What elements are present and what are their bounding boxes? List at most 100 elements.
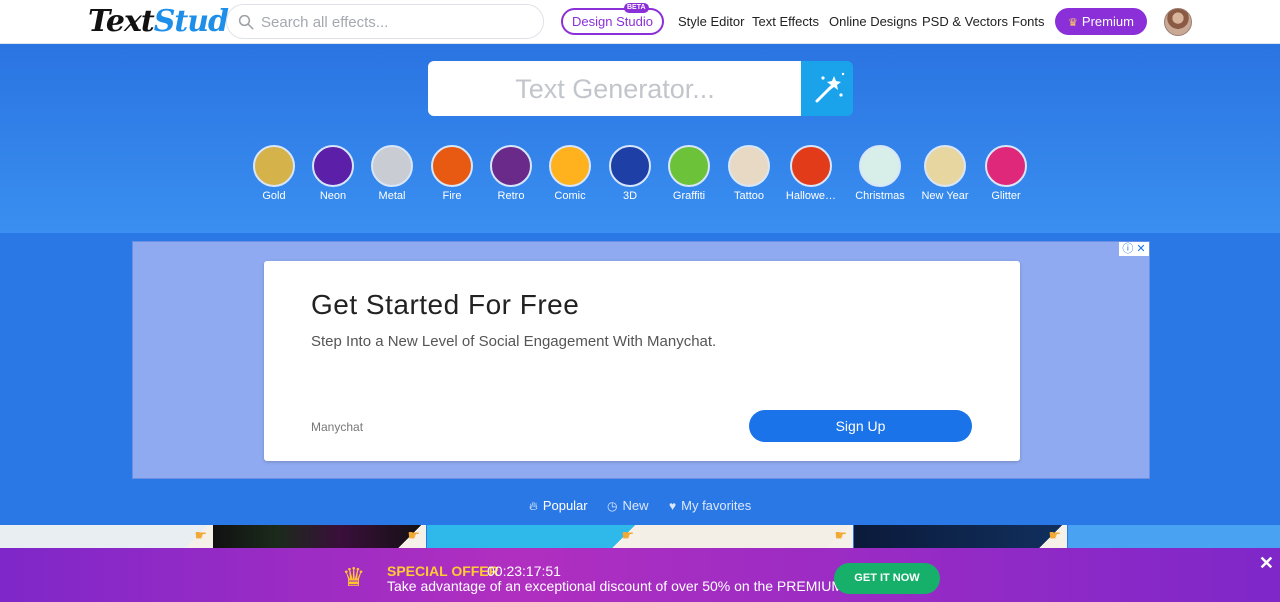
special-offer-bar: ♛ SPECIAL OFFER 00:23:17:51 Take advanta…: [0, 548, 1280, 602]
category-thumbnail: [924, 145, 966, 187]
magic-wand-button[interactable]: [801, 61, 853, 116]
ad-signup-button[interactable]: Sign Up: [749, 410, 972, 442]
category-thumbnail: [431, 145, 473, 187]
hand-icon: ☛: [1048, 527, 1061, 543]
ad-card[interactable]: Get Started For Free Step Into a New Lev…: [264, 261, 1020, 461]
offer-description: Take advantage of an exceptional discoun…: [387, 578, 879, 594]
category-item[interactable]: Comic: [538, 145, 602, 202]
category-label: Christmas: [855, 190, 905, 202]
beta-badge: BETA: [624, 3, 649, 13]
nav-fonts[interactable]: Fonts: [1012, 14, 1045, 29]
category-item[interactable]: Neon: [301, 145, 365, 202]
thumbnail-corner: [813, 525, 853, 549]
text-generator-box[interactable]: [428, 61, 802, 116]
thumbnail-corner: [1027, 525, 1067, 549]
clock-icon: ◷: [607, 499, 618, 513]
effect-thumbnail[interactable]: [1068, 525, 1280, 549]
category-item[interactable]: Graffiti: [657, 145, 721, 202]
category-label: Glitter: [991, 190, 1021, 202]
category-thumbnail: [609, 145, 651, 187]
category-thumbnail: [490, 145, 532, 187]
search-input[interactable]: [261, 11, 531, 33]
category-label: Neon: [319, 190, 347, 202]
category-thumbnail: [371, 145, 413, 187]
ad-close-icon[interactable]: ⓘ ✕: [1119, 242, 1149, 256]
category-label: Retro: [497, 190, 525, 202]
tab-favorites-label: My favorites: [681, 498, 752, 513]
tab-popular-label: Popular: [542, 498, 588, 513]
user-avatar[interactable]: [1164, 8, 1192, 36]
category-label: Comic: [554, 190, 586, 202]
category-thumbnail: [985, 145, 1027, 187]
top-header: TextStudio Design Studio BETA Style Edit…: [0, 0, 1280, 44]
advertisement: ⓘ ✕ Get Started For Free Step Into a New…: [132, 241, 1150, 479]
category-thumbnail: [668, 145, 710, 187]
category-label: 3D: [622, 190, 638, 202]
effects-tabs: 🔥︎ Popular ◷ New ♥ My favorites: [0, 498, 1280, 516]
logo-text-part1: Text: [88, 4, 155, 39]
hand-icon: ☛: [834, 527, 847, 543]
close-icon[interactable]: ✕: [1259, 553, 1274, 574]
search-box[interactable]: [226, 4, 544, 39]
flame-icon: 🔥︎: [529, 499, 538, 513]
ad-title: Get Started For Free: [311, 289, 580, 320]
ad-subtitle: Step Into a New Level of Social Engageme…: [311, 333, 717, 350]
get-it-now-button[interactable]: GET IT NOW: [834, 563, 940, 594]
tab-new-label: New: [622, 498, 649, 513]
category-label: Metal: [378, 190, 406, 202]
crown-icon: ♛: [342, 562, 366, 592]
thumbnail-corner: [173, 525, 213, 549]
category-thumbnail: [790, 145, 832, 187]
nav-text-effects[interactable]: Text Effects: [752, 14, 819, 29]
effect-thumbnail[interactable]: ☛: [854, 525, 1067, 549]
category-item[interactable]: Gold: [242, 145, 306, 202]
search-icon: [238, 14, 254, 30]
category-item[interactable]: 3D: [598, 145, 662, 202]
offer-timer: 00:23:17:51: [487, 563, 561, 579]
premium-button[interactable]: ♛ Premium: [1055, 8, 1147, 35]
heart-icon: ♥: [669, 499, 677, 513]
thumbnail-corner: [386, 525, 426, 549]
category-thumbnail: [728, 145, 770, 187]
category-item[interactable]: Retro: [479, 145, 543, 202]
category-label: New Year: [921, 190, 969, 202]
nav-psd-vectors[interactable]: PSD & Vectors: [922, 14, 1008, 29]
offer-label: SPECIAL OFFER: [387, 563, 499, 579]
tab-my-favorites[interactable]: ♥ My favorites: [669, 498, 751, 513]
category-label: Gold: [262, 190, 286, 202]
effect-thumbnail[interactable]: ☛: [427, 525, 640, 549]
design-studio-button[interactable]: Design Studio: [561, 8, 664, 35]
text-generator-input[interactable]: [428, 73, 802, 105]
hand-icon: ☛: [194, 527, 207, 543]
category-label: Fire: [442, 190, 462, 202]
category-label: Graffiti: [672, 190, 706, 202]
hero-section: Gold Neon Metal Fire Retro Comic 3D Graffiti Tat…: [0, 45, 1280, 233]
nav-online-designs[interactable]: Online Designs: [829, 14, 917, 29]
effect-thumbnail[interactable]: ☛: [640, 525, 853, 549]
ad-brand: Manychat: [311, 420, 364, 434]
hand-icon: ☛: [621, 527, 634, 543]
category-item[interactable]: Christmas: [848, 145, 912, 202]
category-item[interactable]: Glitter: [974, 145, 1038, 202]
category-item[interactable]: New Year: [913, 145, 977, 202]
category-thumbnail: [859, 145, 901, 187]
category-thumbnail: [253, 145, 295, 187]
magic-wand-icon: [815, 72, 845, 103]
category-item[interactable]: Fire: [420, 145, 484, 202]
hand-icon: ☛: [407, 527, 420, 543]
category-item[interactable]: Tattoo: [717, 145, 781, 202]
tab-new[interactable]: ◷ New: [607, 498, 649, 513]
category-item[interactable]: Metal: [360, 145, 424, 202]
thumbnail-corner: [600, 525, 640, 549]
premium-label: Premium: [1081, 14, 1134, 29]
effect-thumbnail[interactable]: ☛: [0, 525, 213, 549]
category-item[interactable]: Hallowe…: [779, 145, 843, 202]
nav-style-editor[interactable]: Style Editor: [678, 14, 744, 29]
category-thumbnail: [549, 145, 591, 187]
effect-thumbnail[interactable]: ☛: [213, 525, 426, 549]
category-label: Tattoo: [734, 190, 764, 202]
effect-thumbnails: ☛ ☛ ☛ ☛ ☛: [0, 525, 1280, 549]
category-label: Hallowe…: [785, 190, 837, 202]
category-thumbnail: [312, 145, 354, 187]
tab-popular[interactable]: 🔥︎ Popular: [529, 498, 588, 514]
